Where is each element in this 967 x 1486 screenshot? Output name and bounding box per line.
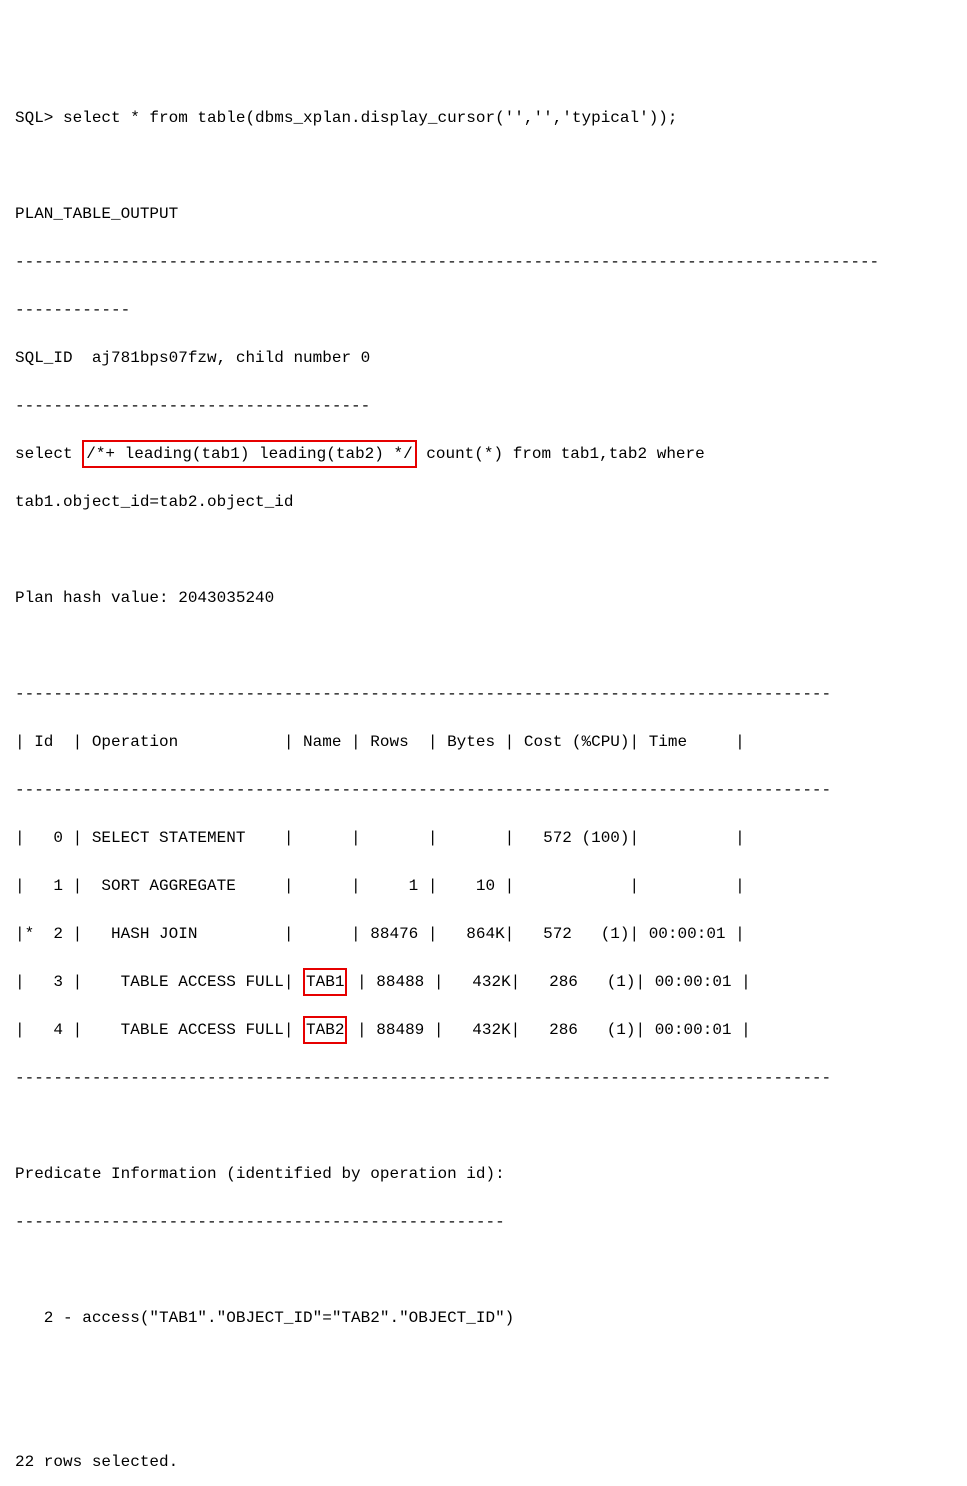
blank-line xyxy=(15,1402,952,1426)
query-post: count(*) from tab1,tab2 where xyxy=(417,445,705,463)
plan-row-1: | 1 | SORT AGGREGATE | | 1 | 10 | | | xyxy=(15,874,952,898)
query-line-2: tab1.object_id=tab2.object_id xyxy=(15,490,952,514)
predicate-detail: 2 - access("TAB1"."OBJECT_ID"="TAB2"."OB… xyxy=(15,1306,952,1330)
plan-hash-line: Plan hash value: 2043035240 xyxy=(15,586,952,610)
table-border: ----------------------------------------… xyxy=(15,1066,952,1090)
table-border: ----------------------------------------… xyxy=(15,778,952,802)
query-pre: select xyxy=(15,445,82,463)
plan-row-4: | 4 | TABLE ACCESS FULL| TAB2 | 88489 | … xyxy=(15,1018,952,1042)
tab1-highlight: TAB1 xyxy=(303,968,347,996)
blank-line xyxy=(15,1354,952,1378)
dash-line: ----------------------------------------… xyxy=(15,1210,952,1234)
blank-line xyxy=(15,634,952,658)
blank-line xyxy=(15,154,952,178)
blank-line xyxy=(15,1258,952,1282)
query-line-1: select /*+ leading(tab1) leading(tab2) *… xyxy=(15,442,952,466)
table-header-row: | Id | Operation | Name | Rows | Bytes |… xyxy=(15,730,952,754)
sql-prompt-line: SQL> select * from table(dbms_xplan.disp… xyxy=(15,106,952,130)
query-hint-highlight: /*+ leading(tab1) leading(tab2) */ xyxy=(82,440,416,468)
row4-post: | 88489 | 432K| 286 (1)| 00:00:01 | xyxy=(347,1021,750,1039)
dash-line: ------------ xyxy=(15,298,952,322)
row4-pre: | 4 | TABLE ACCESS FULL| xyxy=(15,1021,303,1039)
tab2-highlight: TAB2 xyxy=(303,1016,347,1044)
row3-pre: | 3 | TABLE ACCESS FULL| xyxy=(15,973,303,991)
blank-line xyxy=(15,1114,952,1138)
dash-line: ----------------------------------------… xyxy=(15,250,952,274)
dash-line: ------------------------------------- xyxy=(15,394,952,418)
sql-id-line: SQL_ID aj781bps07fzw, child number 0 xyxy=(15,346,952,370)
row3-post: | 88488 | 432K| 286 (1)| 00:00:01 | xyxy=(347,973,750,991)
plan-row-2: |* 2 | HASH JOIN | | 88476 | 864K| 572 (… xyxy=(15,922,952,946)
plan-row-3: | 3 | TABLE ACCESS FULL| TAB1 | 88488 | … xyxy=(15,970,952,994)
table-border: ----------------------------------------… xyxy=(15,682,952,706)
predicate-title: Predicate Information (identified by ope… xyxy=(15,1162,952,1186)
plan-row-0: | 0 | SELECT STATEMENT | | | | 572 (100)… xyxy=(15,826,952,850)
rows-selected-line: 22 rows selected. xyxy=(15,1450,952,1474)
output-header: PLAN_TABLE_OUTPUT xyxy=(15,202,952,226)
blank-line xyxy=(15,538,952,562)
